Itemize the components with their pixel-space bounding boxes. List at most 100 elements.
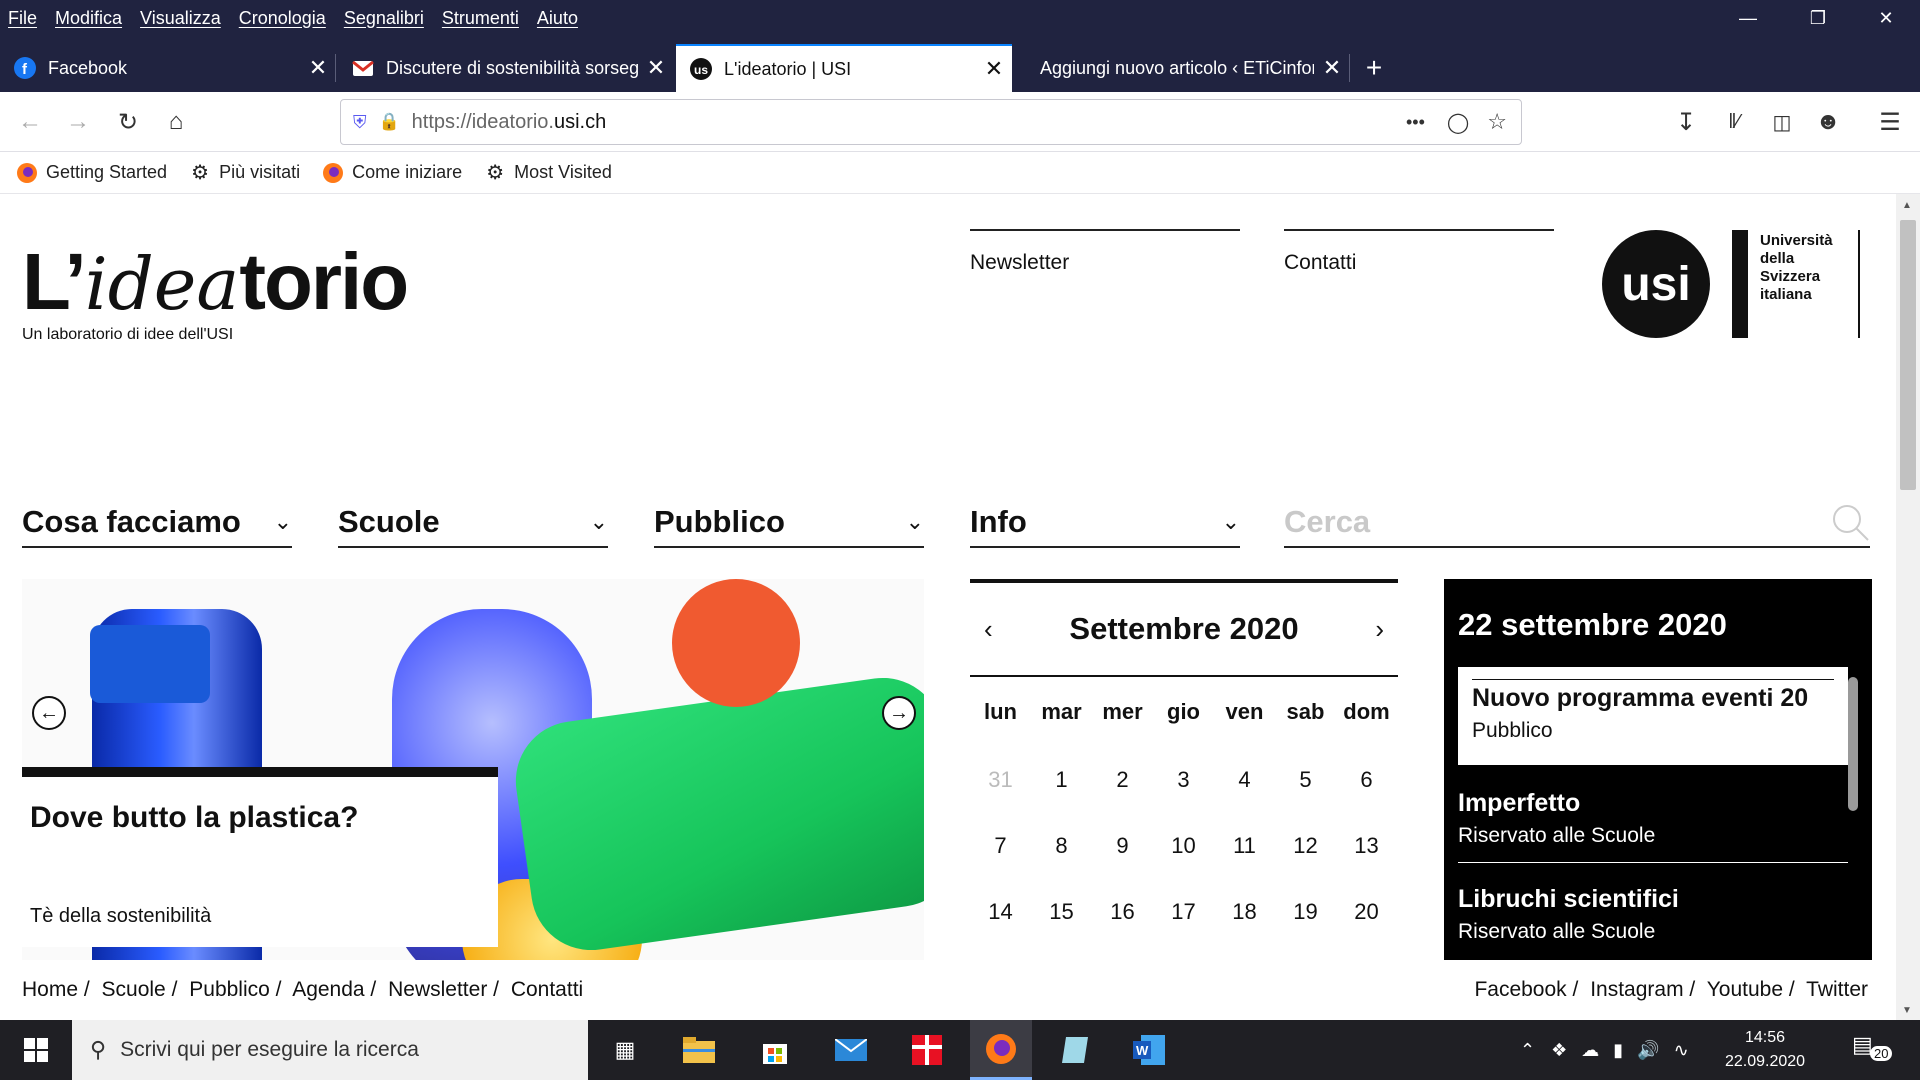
footer-link-home[interactable]: Home / [22,978,90,1001]
slide-caption[interactable]: Dove butto la plastica? Tè della sosteni… [22,767,498,947]
event-item[interactable]: Libruchi scientifici Riservato alle Scuo… [1458,885,1848,944]
events-scrollbar[interactable] [1848,677,1858,811]
calendar-day[interactable]: 4 [1214,767,1275,793]
shield-icon[interactable]: ⛨ [353,112,367,133]
start-button[interactable] [0,1020,72,1080]
menu-cronologia[interactable]: Cronologia [239,8,326,29]
onedrive-icon[interactable]: ☁ [1581,1040,1599,1061]
nav-cosa-facciamo[interactable]: Cosa facciamo ⌄ [22,498,292,548]
menu-segnalibri[interactable]: Segnalibri [344,8,424,29]
mail-icon[interactable] [820,1020,882,1080]
bookmark-getting-started[interactable]: Getting Started [16,162,167,184]
tab-ideatorio[interactable]: us L'ideatorio | USI ✕ [676,44,1012,92]
calendar-day[interactable]: 1 [1031,767,1092,793]
taskbar-clock[interactable]: 14:56 22.09.2020 [1710,1026,1820,1074]
calendar-day[interactable]: 7 [970,833,1031,859]
page-actions-button[interactable]: ••• [1406,112,1425,133]
calendar-day[interactable]: 10 [1153,833,1214,859]
account-icon[interactable]: ☻ [1812,106,1844,138]
calendar-day[interactable]: 17 [1153,899,1214,925]
tab-eticinfor[interactable]: Aggiungi nuovo articolo ‹ ETiCinfor ✕ [1014,44,1350,92]
calendar-day[interactable]: 6 [1336,767,1397,793]
menu-aiuto[interactable]: Aiuto [537,8,578,29]
calendar-day[interactable]: 31 [970,767,1031,793]
notification-center-icon[interactable]: ▤ 20 [1852,1032,1893,1068]
chevron-up-icon[interactable]: ⌃ [1520,1040,1535,1061]
footer-link-pubblico[interactable]: Pubblico / [189,978,281,1001]
reload-button[interactable]: ↻ [112,106,144,138]
footer-link-agenda[interactable]: Agenda / [292,978,376,1001]
contatti-link[interactable]: Contatti [1284,229,1554,275]
site-logo[interactable]: L’ideatorio [22,242,409,322]
calendar-day[interactable]: 3 [1153,767,1214,793]
calendar-day[interactable]: 18 [1214,899,1275,925]
calendar-day[interactable]: 13 [1336,833,1397,859]
usi-logo[interactable]: usi [1602,230,1710,338]
wifi-icon[interactable]: ∿ [1674,1040,1689,1061]
close-window-button[interactable]: ✕ [1858,0,1914,36]
forward-button[interactable]: → [62,106,94,138]
close-tab-icon[interactable]: ✕ [638,55,674,81]
slider-next-button[interactable]: → [882,696,916,730]
battery-icon[interactable]: ▮ [1613,1040,1623,1061]
calendar-day[interactable]: 20 [1336,899,1397,925]
file-explorer-icon[interactable] [668,1020,730,1080]
restore-button[interactable]: ❐ [1790,0,1846,36]
scroll-down-icon[interactable]: ▼ [1902,1005,1912,1016]
menu-file[interactable]: File [8,8,37,29]
store-icon[interactable] [744,1020,806,1080]
menu-visualizza[interactable]: Visualizza [140,8,221,29]
dropbox-icon[interactable]: ❖ [1551,1040,1567,1061]
calendar-prev-button[interactable]: ‹ [984,614,993,645]
close-tab-icon[interactable]: ✕ [300,55,336,81]
task-view-icon[interactable]: ▦ [594,1020,656,1080]
calendar-next-button[interactable]: › [1375,614,1384,645]
footer-link-facebook[interactable]: Facebook / [1474,978,1578,1001]
menu-strumenti[interactable]: Strumenti [442,8,519,29]
scroll-up-icon[interactable]: ▲ [1902,200,1912,211]
back-button[interactable]: ← [14,106,46,138]
newsletter-link[interactable]: Newsletter [970,229,1240,275]
calendar-day[interactable]: 19 [1275,899,1336,925]
notes-app-icon[interactable] [1044,1020,1106,1080]
close-tab-icon[interactable]: ✕ [976,56,1012,82]
footer-link-scuole[interactable]: Scuole / [102,978,178,1001]
home-button[interactable]: ⌂ [160,106,192,138]
bookmark-most-visited[interactable]: ⚙ Most Visited [484,162,612,184]
calendar-day[interactable]: 9 [1092,833,1153,859]
bookmark-piu-visitati[interactable]: ⚙ Più visitati [189,162,300,184]
sidebar-icon[interactable]: ◫ [1766,106,1798,138]
library-icon[interactable]: ‖⁄ [1718,106,1750,138]
calendar-day[interactable]: 14 [970,899,1031,925]
hamburger-menu-icon[interactable]: ☰ [1874,106,1906,138]
star-icon[interactable]: ☆ [1487,109,1507,135]
footer-link-newsletter[interactable]: Newsletter / [388,978,499,1001]
firefox-taskbar-icon[interactable] [970,1020,1032,1080]
download-icon[interactable]: ↧ [1670,106,1702,138]
footer-link-twitter[interactable]: Twitter [1806,978,1868,1001]
gift-app-icon[interactable] [896,1020,958,1080]
scrollbar-thumb[interactable] [1900,220,1916,490]
minimize-button[interactable]: — [1720,0,1776,36]
calendar-day[interactable]: 5 [1275,767,1336,793]
calendar-day[interactable]: 15 [1031,899,1092,925]
footer-link-youtube[interactable]: Youtube / [1707,978,1795,1001]
event-item[interactable]: Imperfetto Riservato alle Scuole [1458,789,1848,863]
close-tab-icon[interactable]: ✕ [1314,55,1350,81]
calendar-day[interactable]: 16 [1092,899,1153,925]
search-icon[interactable] [1830,502,1870,542]
url-bar[interactable]: ⛨ 🔒 https://ideatorio.usi.ch ••• ◯ ☆ [340,99,1522,145]
footer-link-instagram[interactable]: Instagram / [1590,978,1695,1001]
new-tab-button[interactable]: + [1352,44,1396,92]
word-icon[interactable]: W [1118,1020,1180,1080]
nav-scuole[interactable]: Scuole ⌄ [338,498,608,548]
page-scrollbar[interactable]: ▲ ▼ [1896,194,1920,1020]
tab-facebook[interactable]: f Facebook ✕ [0,44,336,92]
calendar-day[interactable]: 2 [1092,767,1153,793]
slider-prev-button[interactable]: ← [32,696,66,730]
footer-link-contatti[interactable]: Contatti [511,978,583,1001]
url-text[interactable]: https://ideatorio.usi.ch [412,111,607,134]
search-input[interactable]: Cerca [1284,498,1870,548]
menu-modifica[interactable]: Modifica [55,8,122,29]
calendar-day[interactable]: 11 [1214,833,1275,859]
